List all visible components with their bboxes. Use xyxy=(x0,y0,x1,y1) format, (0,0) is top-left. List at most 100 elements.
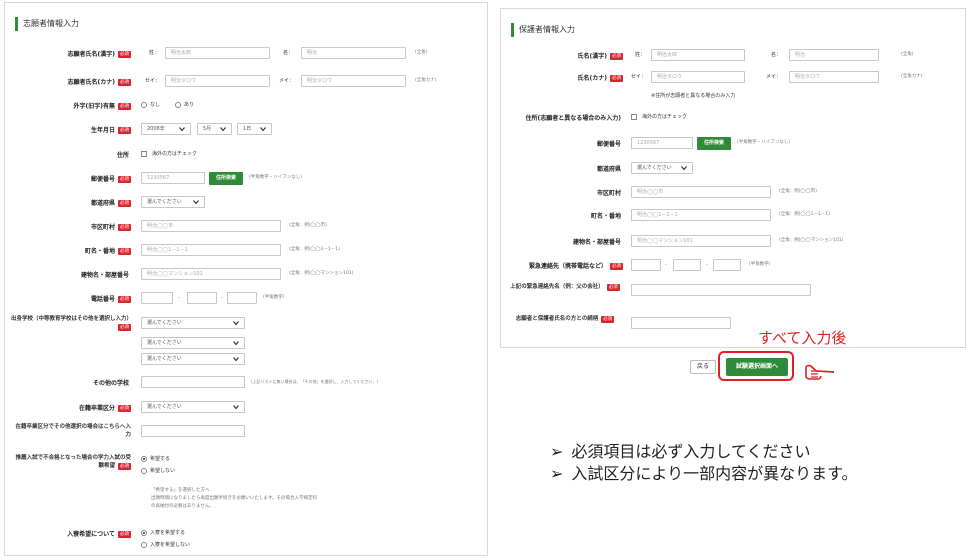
phone-part3-input[interactable] xyxy=(227,292,257,304)
gaiji-none-radio[interactable] xyxy=(141,102,147,108)
hope-no-radio[interactable] xyxy=(141,468,147,474)
hope-note-1: 「希望する」を選択した方へ xyxy=(151,488,210,493)
birth-day-select[interactable]: 1日 xyxy=(237,123,272,135)
school-row-2: 選んでください xyxy=(5,337,487,351)
hope-yes-radio[interactable] xyxy=(141,456,147,462)
field-note: (全角：例)◯◯市) xyxy=(289,223,327,228)
sei-label: 姓： xyxy=(635,52,646,58)
instructions-list: ➢ 必須項目は必ず入力してください ➢ 入試区分により一部内容が異なります。 xyxy=(550,441,858,485)
birth-month-select[interactable]: 5月 xyxy=(197,123,232,135)
emergency-part2-input[interactable] xyxy=(673,259,701,271)
highlight-box xyxy=(718,351,794,381)
selected-value: 選んでください xyxy=(147,320,182,326)
applicant-mei-input[interactable]: 明治 xyxy=(301,47,406,59)
building-input[interactable]: 明治◯◯マンション101 xyxy=(141,268,281,280)
guardian-building-row: 建物名・部屋番号 明治◯◯マンション101 (全角：例)◯◯マンション101) xyxy=(501,235,965,249)
field-label: その他の学校 xyxy=(92,379,129,387)
field-label: 建物名・部屋番号 xyxy=(80,271,129,279)
other-school-input[interactable] xyxy=(141,376,245,388)
field-note: (全角) xyxy=(415,50,428,55)
phone-part2-input[interactable] xyxy=(187,292,217,304)
building-row: 建物名・部屋番号 明治◯◯マンション101 (全角：例)◯◯マンション101) xyxy=(5,268,487,282)
guardian-city-input[interactable]: 明治◯◯市 xyxy=(631,186,771,198)
checkbox-label: 海外の方はチェック xyxy=(642,114,688,120)
guardian-mei-input[interactable]: 明治 xyxy=(789,49,879,61)
zip-input[interactable]: 1230567 xyxy=(141,172,205,184)
guardian-sei-input[interactable]: 明治太郎 xyxy=(651,49,745,61)
school-select-1[interactable]: 選んでください xyxy=(141,317,245,329)
guardian-city-row: 市区町村 明治◯◯市 (全角：例)◯◯市) xyxy=(501,186,965,200)
field-note: (上記リストに無い場合は、「その他」を選択し、入力してください。) xyxy=(251,379,378,384)
birthdate-row: 生年月日 必須 2008年 5月 1日 xyxy=(5,123,487,137)
applicant-mei-kana-input[interactable]: 明治タロウ xyxy=(301,75,406,87)
field-label: 志願者氏名(漢字) xyxy=(67,50,116,58)
phone-part1-input[interactable] xyxy=(141,292,173,304)
relation-input[interactable] xyxy=(631,317,731,329)
chevron-down-icon xyxy=(193,200,199,205)
field-label: 町名・番地 xyxy=(84,247,115,255)
guardian-zip-input[interactable]: 1230567 xyxy=(631,137,693,149)
field-note: (半角数字・ハイフンなし) xyxy=(737,140,791,145)
school-select-2[interactable]: 選んでください xyxy=(141,337,245,349)
hyphen: - xyxy=(665,262,667,268)
field-label: 都道府県 xyxy=(90,199,115,207)
radio-label: あり xyxy=(184,102,195,108)
guardian-sei-kana-input[interactable]: 明治タロウ xyxy=(651,71,745,83)
gaiji-yes-radio[interactable] xyxy=(175,102,181,108)
field-note: (全角：例)◯◯マンション101) xyxy=(779,238,844,243)
guardian-town-input[interactable]: 明治◯◯1－1－1 xyxy=(631,209,771,221)
guardian-building-input[interactable]: 明治◯◯マンション101 xyxy=(631,235,771,247)
status-other-input[interactable] xyxy=(141,425,245,437)
prefecture-select[interactable]: 選んでください xyxy=(141,196,205,208)
pointing-hand-icon xyxy=(805,364,835,380)
field-label: 郵便番号 xyxy=(90,175,115,183)
dorm-no-radio[interactable] xyxy=(141,542,147,548)
dorm-yes-radio[interactable] xyxy=(141,530,147,536)
field-label: 上記の緊急連絡先名（例：父の会社） xyxy=(510,284,604,290)
hope-note-2: 出願時間になりましたら再度出願手続きをお願いいたします。その場合入学検定料 xyxy=(151,496,318,501)
required-badge: 必須 xyxy=(118,50,131,58)
emergency-part3-input[interactable] xyxy=(713,259,741,271)
emergency-part1-input[interactable] xyxy=(631,259,661,271)
field-label: 生年月日 xyxy=(90,126,115,134)
town-row: 町名・番地 必須 明治◯◯1－1－1 (全角：例)◯◯1－1－1) xyxy=(5,244,487,258)
applicant-sei-input[interactable]: 明治太郎 xyxy=(165,47,270,59)
guardian-name-kana-row: 氏名(カナ) 必須 セイ： 明治タロウ メイ： 明治タロウ (全角カナ) xyxy=(501,71,965,85)
chevron-down-icon xyxy=(233,405,239,410)
radio-label: なし xyxy=(150,102,161,108)
gaiji-row: 外字(旧字)有無 必須 なし あり xyxy=(5,99,487,113)
guardian-address-search-button[interactable]: 住所検索 xyxy=(697,137,731,150)
chevron-down-icon xyxy=(260,127,266,132)
mei-kana-label: メイ： xyxy=(766,74,782,80)
guardian-pref-row: 都道府県 選んでください xyxy=(501,162,965,176)
back-button[interactable]: 戻る xyxy=(690,360,716,374)
status-select[interactable]: 選んでください xyxy=(141,401,245,413)
applicant-form-panel: 志願者情報入力 志願者氏名(漢字) 必須 姓： 明治太郎 名： 明治 (全角) 志… xyxy=(4,2,488,556)
guardian-prefecture-select[interactable]: 選んでください xyxy=(631,162,693,174)
emergency-row: 緊急連絡先（携帯電話など） 必須 - - (半角数字) xyxy=(501,259,965,273)
town-input[interactable]: 明治◯◯1－1－1 xyxy=(141,244,281,256)
applicant-sei-kana-input[interactable]: 明治タロウ xyxy=(165,75,270,87)
radio-label: 入寮を希望する xyxy=(150,530,186,536)
address-search-button[interactable]: 住所検索 xyxy=(209,172,243,185)
selected-value: 選んでください xyxy=(147,404,182,410)
guardian-mei-kana-input[interactable]: 明治タロウ xyxy=(789,71,879,83)
required-badge: 必須 xyxy=(118,295,131,303)
birth-year-select[interactable]: 2008年 xyxy=(141,123,191,135)
hope-note-3: の再納付の必要はありません。 xyxy=(151,504,214,509)
overseas-checkbox[interactable] xyxy=(141,151,147,157)
radio-label: 希望する xyxy=(150,456,171,462)
emergency-name-input[interactable] xyxy=(631,284,811,296)
zip-row: 郵便番号 必須 1230567 住所検索 (半角数字・ハイフンなし) xyxy=(5,172,487,186)
guardian-address-row: 住所(志願者と異なる場合のみ入力) 海外の方はチェック xyxy=(501,111,965,125)
sei-kana-label: セイ： xyxy=(631,74,647,80)
field-label: 在籍卒業区分でその他選択の場合はこちらへ入力 xyxy=(15,424,131,438)
checkbox-label: 海外の方はチェック xyxy=(152,151,198,157)
school-select-3[interactable]: 選んでください xyxy=(141,353,245,365)
city-input[interactable]: 明治◯◯市 xyxy=(141,220,281,232)
field-label: 氏名(漢字) xyxy=(577,52,608,60)
prefecture-row: 都道府県 必須 選んでください xyxy=(5,196,487,210)
required-badge: 必須 xyxy=(601,316,615,323)
guardian-overseas-checkbox[interactable] xyxy=(631,114,637,120)
city-row: 市区町村 必須 明治◯◯市 (全角：例)◯◯市) xyxy=(5,220,487,234)
